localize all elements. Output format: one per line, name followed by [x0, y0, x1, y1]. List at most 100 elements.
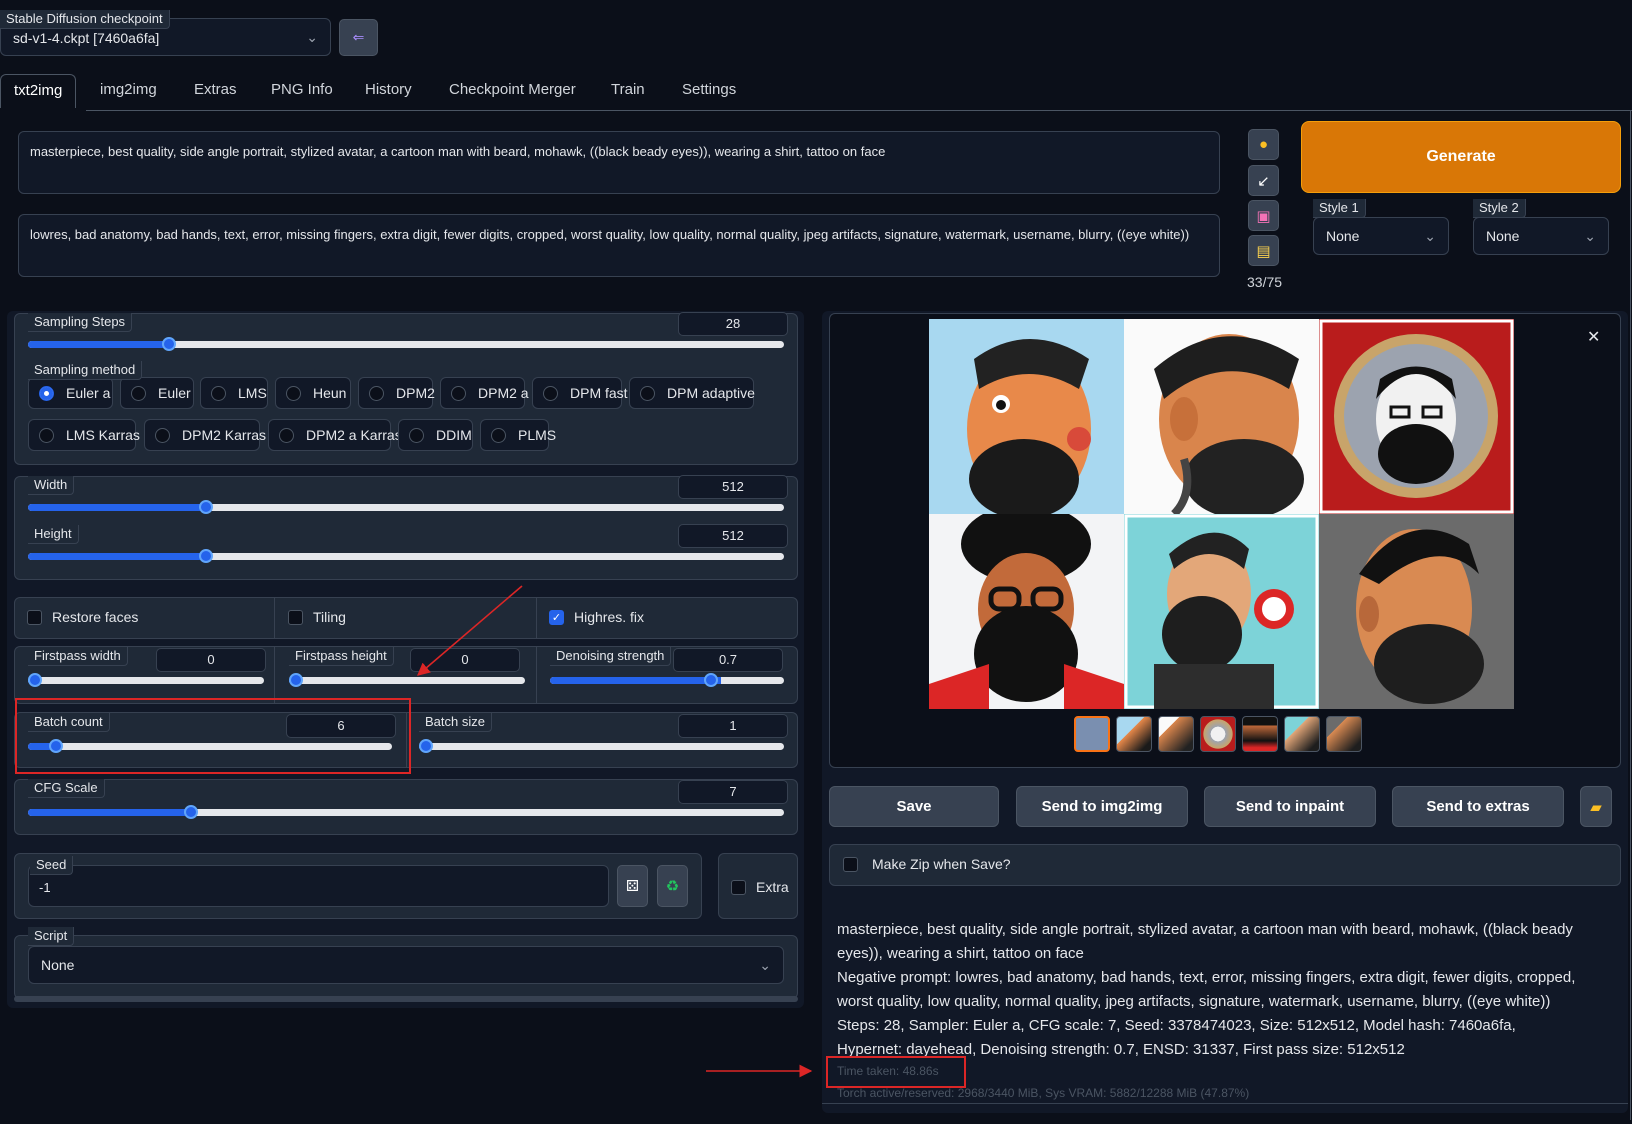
tab-png-info[interactable]: PNG Info — [258, 74, 346, 108]
thumbnail-2[interactable] — [1158, 716, 1194, 752]
apply-style-button[interactable]: ▤ — [1248, 235, 1279, 266]
width-number[interactable]: 512 — [678, 475, 788, 499]
script-dropdown[interactable]: None ⌄ — [28, 946, 784, 984]
reuse-seed-button[interactable]: ♻ — [657, 865, 688, 907]
radio-dot[interactable] — [640, 385, 655, 401]
close-icon[interactable]: ✕ — [1587, 327, 1600, 347]
sampler-option-dpm-fast[interactable]: DPM fast — [532, 377, 628, 409]
tab-history[interactable]: History — [352, 74, 425, 108]
sampler-option-dpm2-karras[interactable]: DPM2 Karras — [144, 419, 266, 451]
sampler-option-lms[interactable]: LMS — [200, 377, 268, 409]
portrait-image-5[interactable] — [1124, 514, 1319, 709]
thumbnail-5[interactable] — [1284, 716, 1320, 752]
cfg-scale-slider[interactable] — [28, 809, 784, 816]
tab-train[interactable]: Train — [598, 74, 658, 108]
cfg-scale-slider-thumb[interactable] — [183, 805, 198, 819]
thumbnail-4[interactable] — [1242, 716, 1278, 752]
highres-fix-checkbox[interactable]: ✓ Highres. fix — [549, 609, 644, 625]
refresh-checkpoint-button[interactable]: ⇐ — [339, 19, 378, 56]
save-style-button[interactable]: ▣ — [1248, 200, 1279, 231]
sampler-option-ddim[interactable]: DDIM — [398, 419, 473, 451]
interrogate-button[interactable]: ● — [1248, 129, 1279, 160]
firstpass-height-number[interactable]: 0 — [410, 648, 520, 672]
save-button[interactable]: Save — [829, 786, 999, 827]
tab-img2img[interactable]: img2img — [87, 74, 170, 108]
firstpass-width-slider-thumb[interactable] — [28, 673, 42, 687]
sampler-option-dpm2-a[interactable]: DPM2 a — [440, 377, 529, 409]
tab-txt2img[interactable]: txt2img — [0, 74, 77, 108]
radio-dot[interactable] — [211, 385, 226, 401]
portrait-image-2[interactable] — [1124, 319, 1319, 514]
height-slider-thumb[interactable] — [198, 549, 213, 563]
sampling-steps-slider-thumb[interactable] — [161, 337, 176, 351]
radio-dot[interactable] — [286, 385, 301, 401]
prompt-input[interactable]: masterpiece, best quality, side angle po… — [18, 131, 1220, 194]
restore-faces-box[interactable] — [27, 609, 42, 625]
sampler-option-dpm2-a-karras[interactable]: DPM2 a Karras — [268, 419, 402, 451]
tab-checkpoint-merger[interactable]: Checkpoint Merger — [436, 74, 589, 108]
height-slider[interactable] — [28, 553, 784, 560]
width-slider[interactable] — [28, 504, 784, 511]
paste-params-button[interactable]: ↙ — [1248, 165, 1279, 196]
open-folder-button[interactable]: ▰ — [1580, 786, 1612, 827]
portrait-image-3[interactable] — [1319, 319, 1514, 514]
seed-input[interactable]: -1 — [28, 865, 609, 907]
sampler-option-dpm-adaptive[interactable]: DPM adaptive — [629, 377, 755, 409]
send-to-inpaint-button[interactable]: Send to inpaint — [1204, 786, 1376, 827]
radio-dot[interactable] — [543, 385, 558, 401]
make-zip-checkbox[interactable]: Make Zip when Save? — [843, 856, 1011, 872]
tiling-box[interactable] — [288, 609, 303, 625]
firstpass-height-slider[interactable] — [289, 677, 525, 684]
gallery-image-grid[interactable] — [929, 319, 1514, 709]
denoising-strength-number[interactable]: 0.7 — [673, 648, 783, 672]
sampling-steps-slider[interactable] — [28, 341, 784, 348]
radio-dot[interactable] — [39, 427, 54, 443]
radio-dot[interactable] — [451, 385, 466, 401]
negative-prompt-input[interactable]: lowres, bad anatomy, bad hands, text, er… — [18, 214, 1220, 277]
sampler-option-lms-karras[interactable]: LMS Karras — [28, 419, 140, 451]
radio-dot[interactable] — [409, 427, 424, 443]
sampling-steps-number[interactable]: 28 — [678, 312, 788, 336]
tiling-checkbox[interactable]: Tiling — [288, 609, 346, 625]
width-slider-thumb[interactable] — [198, 500, 213, 514]
radio-dot[interactable] — [155, 427, 170, 443]
check-icon[interactable]: ✓ — [549, 609, 564, 625]
firstpass-height-slider-thumb[interactable] — [289, 673, 303, 687]
thumbnail-1[interactable] — [1116, 716, 1152, 752]
firstpass-width-number[interactable]: 0 — [156, 648, 266, 672]
denoising-strength-slider[interactable] — [550, 677, 784, 684]
generate-button[interactable]: Generate — [1301, 121, 1621, 193]
portrait-image-1[interactable] — [929, 319, 1124, 514]
radio-dot[interactable] — [491, 427, 506, 443]
send-to-img2img-button[interactable]: Send to img2img — [1016, 786, 1188, 827]
radio-dot[interactable] — [39, 385, 54, 401]
extra-seed-box[interactable] — [731, 879, 746, 895]
sampler-option-plms[interactable]: PLMS — [480, 419, 556, 451]
extra-seed-checkbox[interactable]: Extra — [731, 879, 789, 895]
denoising-strength-slider-thumb[interactable] — [704, 673, 718, 687]
thumbnail-6[interactable] — [1326, 716, 1362, 752]
batch-size-number[interactable]: 1 — [678, 714, 788, 738]
radio-dot[interactable] — [131, 385, 146, 401]
style1-dropdown[interactable]: None ⌄ — [1313, 217, 1449, 255]
style2-dropdown[interactable]: None ⌄ — [1473, 217, 1609, 255]
height-number[interactable]: 512 — [678, 524, 788, 548]
radio-dot[interactable] — [279, 427, 294, 443]
firstpass-width-slider[interactable] — [28, 677, 264, 684]
portrait-image-6[interactable] — [1319, 514, 1514, 709]
tab-settings[interactable]: Settings — [669, 74, 749, 108]
cfg-scale-number[interactable]: 7 — [678, 780, 788, 804]
batch-size-slider-thumb[interactable] — [419, 739, 433, 753]
send-to-extras-button[interactable]: Send to extras — [1392, 786, 1564, 827]
sampler-option-dpm2[interactable]: DPM2 — [358, 377, 435, 409]
radio-dot[interactable] — [369, 385, 384, 401]
batch-size-slider[interactable] — [419, 743, 784, 750]
make-zip-box[interactable] — [843, 856, 858, 872]
thumbnail-grid[interactable] — [1074, 716, 1110, 752]
random-seed-button[interactable]: ⚄ — [617, 865, 648, 907]
settings-column-scrollbar[interactable] — [14, 996, 798, 1002]
portrait-image-4[interactable] — [929, 514, 1124, 709]
thumbnail-3[interactable] — [1200, 716, 1236, 752]
sampler-option-euler[interactable]: Euler — [120, 377, 194, 409]
sampler-option-heun[interactable]: Heun — [275, 377, 351, 409]
